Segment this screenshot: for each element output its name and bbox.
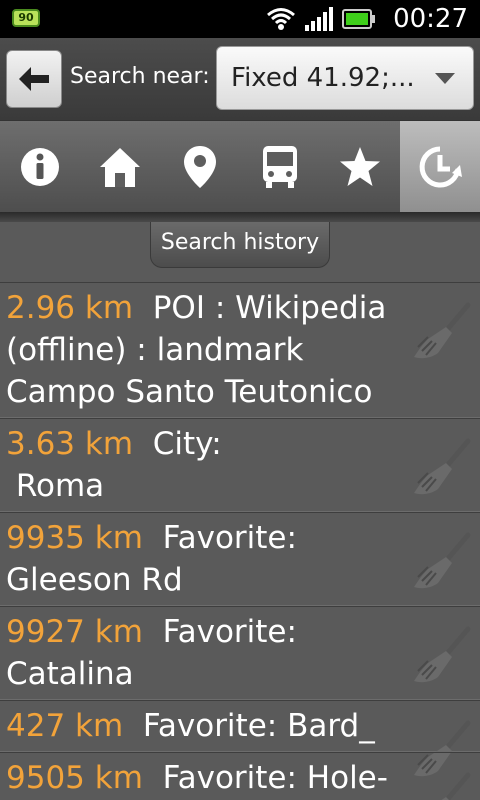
search-near-value: Fixed 41.92;... xyxy=(231,63,415,93)
clear-entry-broom-icon[interactable] xyxy=(412,301,472,361)
tab-history[interactable] xyxy=(400,121,480,213)
star-icon xyxy=(340,147,380,186)
battery-icon xyxy=(342,9,375,29)
section-title: Search history xyxy=(150,222,330,268)
status-bar: 90 00:27 xyxy=(0,0,480,38)
clear-entry-broom-icon[interactable] xyxy=(412,531,472,591)
search-near-label: Search near: xyxy=(70,64,210,89)
arrow-left-icon xyxy=(19,67,49,91)
history-list: 2.96 km POI : Wikipedia (offline) : land… xyxy=(0,282,480,800)
history-item-text: 9927 km Favorite: Catalina xyxy=(0,607,480,699)
status-icons xyxy=(266,6,376,32)
distance-label: 427 km xyxy=(6,708,124,744)
tab-bar xyxy=(0,120,480,213)
distance-label: 2.96 km xyxy=(6,290,134,326)
distance-label: 3.63 km xyxy=(6,426,134,462)
history-item[interactable]: 3.63 km City: Roma xyxy=(0,418,480,512)
search-near-dropdown[interactable]: Fixed 41.92;... xyxy=(216,46,474,110)
history-item-text: 427 km Favorite: Bard_ xyxy=(0,701,480,751)
distance-label: 9505 km xyxy=(6,760,143,796)
search-bar: Search near: Fixed 41.92;... xyxy=(0,38,480,120)
history-item-text: 9505 km Favorite: Hole- xyxy=(0,753,480,800)
wifi-icon xyxy=(267,8,295,30)
bus-icon xyxy=(263,146,297,188)
tab-favorites[interactable] xyxy=(320,121,400,213)
history-item-text: 3.63 km City: Roma xyxy=(0,419,480,511)
chevron-down-icon xyxy=(435,73,455,84)
clear-entry-broom-icon[interactable] xyxy=(412,437,472,497)
history-item[interactable]: 9927 km Favorite: Catalina xyxy=(0,606,480,700)
tab-home[interactable] xyxy=(80,121,160,213)
tab-address[interactable] xyxy=(160,121,240,213)
location-pin-icon xyxy=(184,146,216,188)
history-item[interactable]: 427 km Favorite: Bard_ xyxy=(0,700,480,777)
history-item-text: 2.96 km POI : Wikipedia (offline) : land… xyxy=(0,283,480,417)
tab-info[interactable] xyxy=(0,121,80,213)
battery-level-badge: 90 xyxy=(12,9,40,27)
history-icon xyxy=(419,146,462,188)
history-item[interactable]: 9935 km Favorite: Gleeson Rd xyxy=(0,512,480,606)
clear-entry-broom-icon[interactable] xyxy=(412,771,472,800)
info-icon xyxy=(21,148,59,186)
clock: 00:27 xyxy=(393,4,468,34)
distance-label: 9927 km xyxy=(6,614,143,650)
distance-label: 9935 km xyxy=(6,520,143,556)
tab-divider xyxy=(0,212,480,222)
history-item-label: Favorite: Bard_ xyxy=(123,708,375,744)
signal-icon xyxy=(305,7,333,31)
home-icon xyxy=(100,148,140,187)
history-item-label: Favorite: Hole- xyxy=(142,760,388,796)
history-item-text: 9935 km Favorite: Gleeson Rd xyxy=(0,513,480,605)
clear-entry-broom-icon[interactable] xyxy=(412,625,472,685)
history-item[interactable]: 9505 km Favorite: Hole- xyxy=(0,752,480,800)
back-button[interactable] xyxy=(6,50,62,108)
tab-transport[interactable] xyxy=(240,121,320,213)
history-item[interactable]: 2.96 km POI : Wikipedia (offline) : land… xyxy=(0,282,480,418)
